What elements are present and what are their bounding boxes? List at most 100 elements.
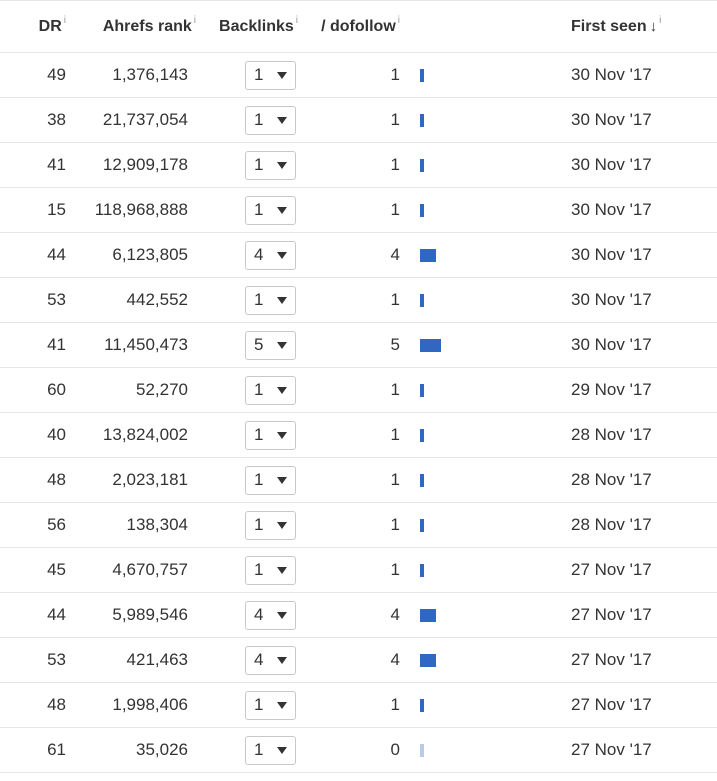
backlinks-dropdown[interactable]: 5 [245, 330, 296, 360]
first-seen-cell: 27 Nov '17 [561, 592, 717, 638]
backlinks-cell: 1 [198, 547, 316, 593]
backlinks-cell: 1 [198, 682, 316, 728]
backlinks-dropdown[interactable]: 1 [245, 285, 296, 315]
backlinks-dropdown[interactable]: 1 [245, 375, 296, 405]
first-seen-cell: 27 Nov '17 [561, 637, 717, 683]
first-seen-cell: 28 Nov '17 [561, 457, 717, 503]
dr-cell: 41 [0, 142, 78, 188]
caret-down-icon [277, 116, 287, 124]
backlinks-dropdown[interactable]: 1 [245, 150, 296, 180]
first-seen-cell: 30 Nov '17 [561, 142, 717, 188]
backlinks-dropdown[interactable]: 4 [245, 240, 296, 270]
caret-down-icon [277, 251, 287, 259]
backlinks-dropdown-value: 1 [254, 110, 264, 129]
backlinks-dropdown[interactable]: 1 [245, 465, 296, 495]
dofollow-bar [420, 519, 424, 533]
dofollow-bar-cell [410, 367, 561, 413]
column-header-dr[interactable]: DR i [0, 0, 78, 53]
info-icon[interactable]: i [296, 15, 298, 26]
info-icon[interactable]: i [64, 15, 66, 26]
caret-down-icon [277, 431, 287, 439]
dr-cell: 44 [0, 232, 78, 278]
backlinks-dropdown-value: 4 [254, 245, 264, 264]
backlinks-dropdown[interactable]: 1 [245, 555, 296, 585]
backlinks-dropdown-value: 1 [254, 425, 264, 444]
header-row: DR i Ahrefs rank i Backlinks i / dofollow i … [0, 0, 717, 53]
dofollow-bar [420, 384, 424, 398]
dofollow-bar-cell [410, 187, 561, 233]
table-row: 44 6,123,805 4 4 30 Nov '17 [0, 232, 717, 278]
table-row: 56 138,304 1 1 28 Nov '17 [0, 502, 717, 548]
dofollow-cell: 1 [316, 547, 410, 593]
backlinks-dropdown-value: 1 [254, 290, 264, 309]
dofollow-cell: 5 [316, 322, 410, 368]
dofollow-cell: 4 [316, 592, 410, 638]
backlinks-dropdown[interactable]: 1 [245, 420, 296, 450]
table-row: 48 1,998,406 1 1 27 Nov '17 [0, 682, 717, 728]
table-row: 40 13,824,002 1 1 28 Nov '17 [0, 412, 717, 458]
backlinks-dropdown[interactable]: 1 [245, 195, 296, 225]
backlinks-dropdown[interactable]: 1 [245, 735, 296, 765]
dofollow-bar [420, 294, 424, 308]
ahrefs-rank-cell: 35,026 [78, 727, 198, 773]
first-seen-cell: 28 Nov '17 [561, 412, 717, 458]
dofollow-bar-cell [410, 232, 561, 278]
caret-down-icon [277, 161, 287, 169]
dofollow-bar [420, 474, 424, 488]
first-seen-cell: 30 Nov '17 [561, 52, 717, 98]
backlinks-dropdown[interactable]: 4 [245, 600, 296, 630]
dr-cell: 15 [0, 187, 78, 233]
column-header-dofollow-label: / dofollow [321, 17, 396, 35]
ahrefs-rank-cell: 118,968,888 [78, 187, 198, 233]
dofollow-bar-cell [410, 502, 561, 548]
column-header-dofollow[interactable]: / dofollow i [316, 0, 410, 53]
backlinks-dropdown[interactable]: 4 [245, 645, 296, 675]
ahrefs-rank-cell: 4,670,757 [78, 547, 198, 593]
backlinks-dropdown-value: 4 [254, 605, 264, 624]
info-icon[interactable]: i [398, 15, 400, 26]
sort-down-icon[interactable]: ↓ [650, 18, 658, 35]
column-header-ahrefs-rank[interactable]: Ahrefs rank i [78, 0, 198, 53]
dofollow-bar [420, 339, 441, 353]
backlinks-cell: 1 [198, 502, 316, 548]
table-body: 49 1,376,143 1 1 30 Nov '17 38 21,737,05… [0, 52, 717, 773]
ahrefs-rank-cell: 1,998,406 [78, 682, 198, 728]
first-seen-cell: 27 Nov '17 [561, 682, 717, 728]
backlinks-cell: 1 [198, 727, 316, 773]
backlinks-dropdown-value: 1 [254, 470, 264, 489]
ahrefs-rank-cell: 421,463 [78, 637, 198, 683]
backlinks-dropdown-value: 4 [254, 650, 264, 669]
caret-down-icon [277, 476, 287, 484]
backlinks-dropdown[interactable]: 1 [245, 60, 296, 90]
first-seen-cell: 30 Nov '17 [561, 322, 717, 368]
first-seen-cell: 30 Nov '17 [561, 232, 717, 278]
backlinks-cell: 1 [198, 367, 316, 413]
ahrefs-rank-cell: 11,450,473 [78, 322, 198, 368]
backlinks-dropdown-value: 1 [254, 560, 264, 579]
backlinks-table: DR i Ahrefs rank i Backlinks i / dofollow i … [0, 0, 717, 773]
table-row: 45 4,670,757 1 1 27 Nov '17 [0, 547, 717, 593]
dofollow-bar-cell [410, 52, 561, 98]
info-icon[interactable]: i [659, 15, 661, 26]
backlinks-dropdown[interactable]: 1 [245, 510, 296, 540]
column-header-backlinks[interactable]: Backlinks i [198, 0, 316, 53]
ahrefs-rank-cell: 6,123,805 [78, 232, 198, 278]
dr-cell: 49 [0, 52, 78, 98]
ahrefs-rank-cell: 2,023,181 [78, 457, 198, 503]
info-icon[interactable]: i [194, 15, 196, 26]
table-row: 61 35,026 1 0 27 Nov '17 [0, 727, 717, 773]
caret-down-icon [277, 386, 287, 394]
table-row: 53 421,463 4 4 27 Nov '17 [0, 637, 717, 683]
dofollow-cell: 1 [316, 502, 410, 548]
backlinks-dropdown[interactable]: 1 [245, 690, 296, 720]
dr-cell: 38 [0, 97, 78, 143]
backlinks-dropdown-value: 1 [254, 155, 264, 174]
ahrefs-rank-cell: 1,376,143 [78, 52, 198, 98]
dofollow-bar-cell [410, 142, 561, 188]
column-header-first-seen[interactable]: First seen ↓ i [561, 0, 717, 53]
dofollow-cell: 1 [316, 367, 410, 413]
table-header: DR i Ahrefs rank i Backlinks i / dofollow i … [0, 0, 717, 53]
backlinks-dropdown[interactable]: 1 [245, 105, 296, 135]
dofollow-cell: 1 [316, 142, 410, 188]
first-seen-cell: 27 Nov '17 [561, 727, 717, 773]
